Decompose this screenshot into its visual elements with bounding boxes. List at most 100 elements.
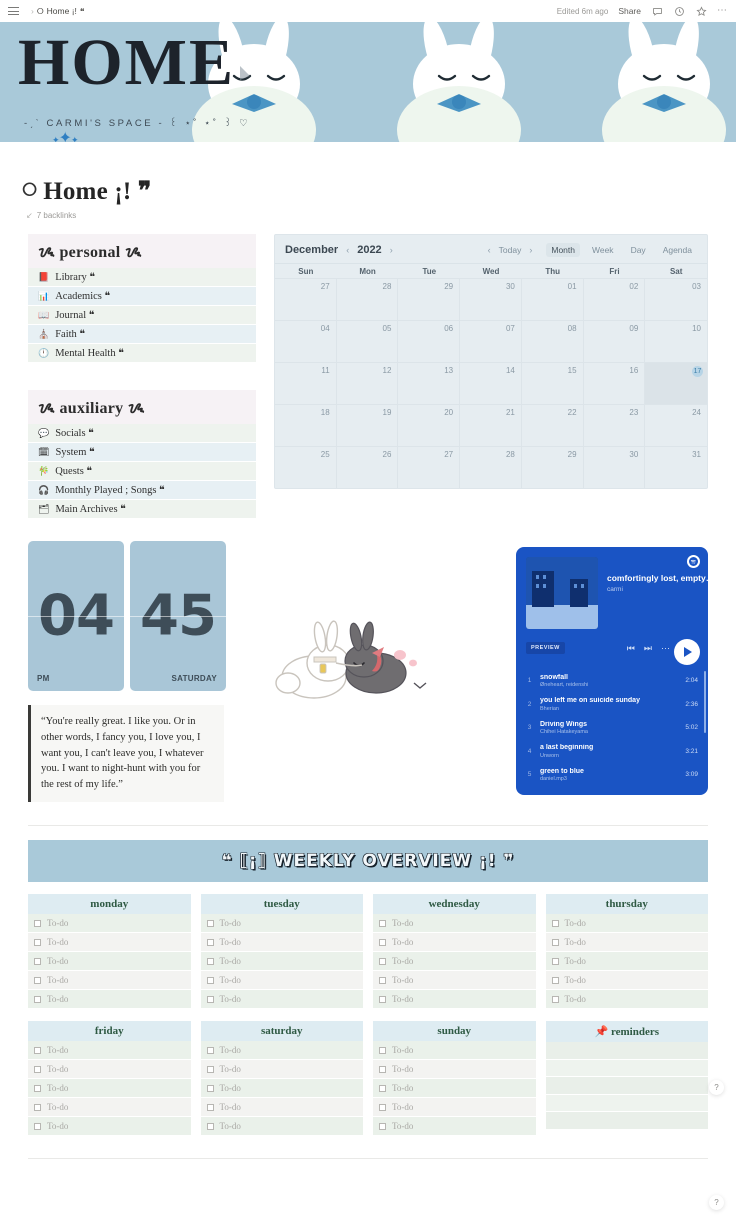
checkbox[interactable] [379,1103,386,1111]
checkbox[interactable] [34,1103,41,1111]
calendar-view-agenda[interactable]: Agenda [658,243,697,257]
checkbox[interactable] [34,938,41,946]
page-icon[interactable]: ⭘ [22,180,37,202]
checkbox[interactable] [206,957,214,965]
calendar-day-cell[interactable]: 25 [275,446,337,488]
help-button[interactable]: ? [709,1195,724,1210]
todo-item[interactable]: To-do [200,933,363,952]
calendar-day-cell[interactable]: 17 [645,362,707,404]
checkbox[interactable] [206,1084,214,1092]
checkbox[interactable] [34,957,41,965]
more-options-icon[interactable]: ⋯ [717,6,728,16]
todo-item[interactable]: To-do [28,952,191,971]
list-item[interactable]: 🎧 Monthly Played ; Songs ❝ [28,481,256,500]
checkbox[interactable] [551,919,559,927]
todo-item[interactable]: To-do [373,990,536,1009]
todo-item[interactable]: To-do [28,1117,191,1136]
todo-item[interactable]: To-do [545,990,708,1009]
checkbox[interactable] [379,1122,386,1130]
calendar-day-cell[interactable]: 16 [583,362,646,404]
calendar-day-cell[interactable]: 07 [460,320,522,362]
calendar-view-month[interactable]: Month [546,243,580,257]
calendar-day-cell[interactable]: 09 [583,320,646,362]
todo-item[interactable]: To-do [545,933,708,952]
calendar-day-cell[interactable]: 15 [521,362,584,404]
checkbox[interactable] [206,995,214,1003]
star-icon[interactable] [695,5,707,17]
list-item[interactable]: 🎋 Quests ❝ [28,462,256,481]
todo-item[interactable]: To-do [28,914,191,933]
sidebar-toggle-icon[interactable] [8,7,19,15]
track-row[interactable]: 1 snowfall Øneheart, reidenshi 2:04 [524,669,700,693]
track-row[interactable]: 4 a last beginning Unworn 3:21 [524,740,700,764]
checkbox[interactable] [379,1084,386,1092]
todo-item[interactable]: To-do [373,952,536,971]
calendar-day-cell[interactable]: 03 [645,278,707,320]
calendar-day-cell[interactable]: 04 [275,320,337,362]
todo-item[interactable]: To-do [200,914,363,933]
todo-item[interactable]: To-do [373,971,536,990]
checkbox[interactable] [34,1084,41,1092]
todo-item[interactable]: To-do [28,1079,191,1098]
reminder-row[interactable] [545,1077,708,1095]
calendar-day-cell[interactable]: 06 [398,320,461,362]
calendar-day-cell[interactable]: 11 [275,362,337,404]
calendar-day-cell[interactable]: 26 [336,446,399,488]
list-item[interactable]: 🗂 Main Archives ❝ [28,500,256,519]
track-row[interactable]: 2 you left me on suicide sunday Bherian 2:3… [524,693,700,717]
checkbox[interactable] [34,976,41,984]
list-item[interactable]: 📕 Library ❝ [28,268,256,287]
checkbox[interactable] [206,1046,214,1054]
list-item[interactable]: 🕛 Mental Health ❝ [28,344,256,363]
checkbox[interactable] [34,919,41,927]
todo-item[interactable]: To-do [28,1041,191,1060]
todo-item[interactable]: To-do [200,990,363,1009]
calendar-prev-year-button[interactable]: ‹ [344,245,351,255]
todo-item[interactable]: To-do [373,1117,536,1136]
calendar-day-cell[interactable]: 08 [521,320,584,362]
checkbox[interactable] [34,1065,41,1073]
track-list-scrollbar[interactable] [704,671,706,733]
calendar-day-cell[interactable]: 28 [460,446,522,488]
checkbox[interactable] [206,938,214,946]
calendar-day-cell[interactable]: 27 [275,278,337,320]
todo-item[interactable]: To-do [200,952,363,971]
calendar-day-cell[interactable]: 12 [336,362,399,404]
checkbox[interactable] [551,995,559,1003]
calendar-day-cell[interactable]: 20 [398,404,461,446]
list-item[interactable]: ⛪ Faith ❝ [28,325,256,344]
next-track-icon[interactable]: ⏭ [644,643,652,654]
backlinks-button[interactable]: ↙ 7 backlinks [26,211,736,220]
calendar-day-cell[interactable]: 23 [583,404,646,446]
todo-item[interactable]: To-do [200,1079,363,1098]
checkbox[interactable] [551,938,559,946]
todo-item[interactable]: To-do [28,1060,191,1079]
calendar-day-cell[interactable]: 10 [645,320,707,362]
calendar-day-cell[interactable]: 29 [521,446,584,488]
checkbox[interactable] [206,1065,214,1073]
todo-item[interactable]: To-do [373,1041,536,1060]
checkbox[interactable] [379,957,386,965]
todo-item[interactable]: To-do [28,971,191,990]
calendar-next-year-button[interactable]: › [388,245,395,255]
track-row[interactable]: 5 green to blue daniel.mp3 3:09 [524,763,700,787]
todo-item[interactable]: To-do [373,1098,536,1117]
todo-item[interactable]: To-do [28,990,191,1009]
comment-icon[interactable] [651,5,663,17]
calendar-day-cell[interactable]: 14 [460,362,522,404]
todo-item[interactable]: To-do [373,1079,536,1098]
spotify-icon[interactable] [687,555,700,568]
checkbox[interactable] [379,919,386,927]
checkbox[interactable] [34,1122,41,1130]
reminder-row[interactable] [545,1094,708,1112]
calendar-day-cell[interactable]: 28 [336,278,399,320]
checkbox[interactable] [206,1103,214,1111]
page-title[interactable]: Home ¡! ❞ [43,176,151,206]
todo-item[interactable]: To-do [545,914,708,933]
checkbox[interactable] [379,938,386,946]
checkbox[interactable] [379,976,386,984]
calendar-view-day[interactable]: Day [626,243,651,257]
todo-item[interactable]: To-do [200,1041,363,1060]
calendar-day-cell[interactable]: 05 [336,320,399,362]
help-button[interactable]: ? [709,1080,724,1095]
